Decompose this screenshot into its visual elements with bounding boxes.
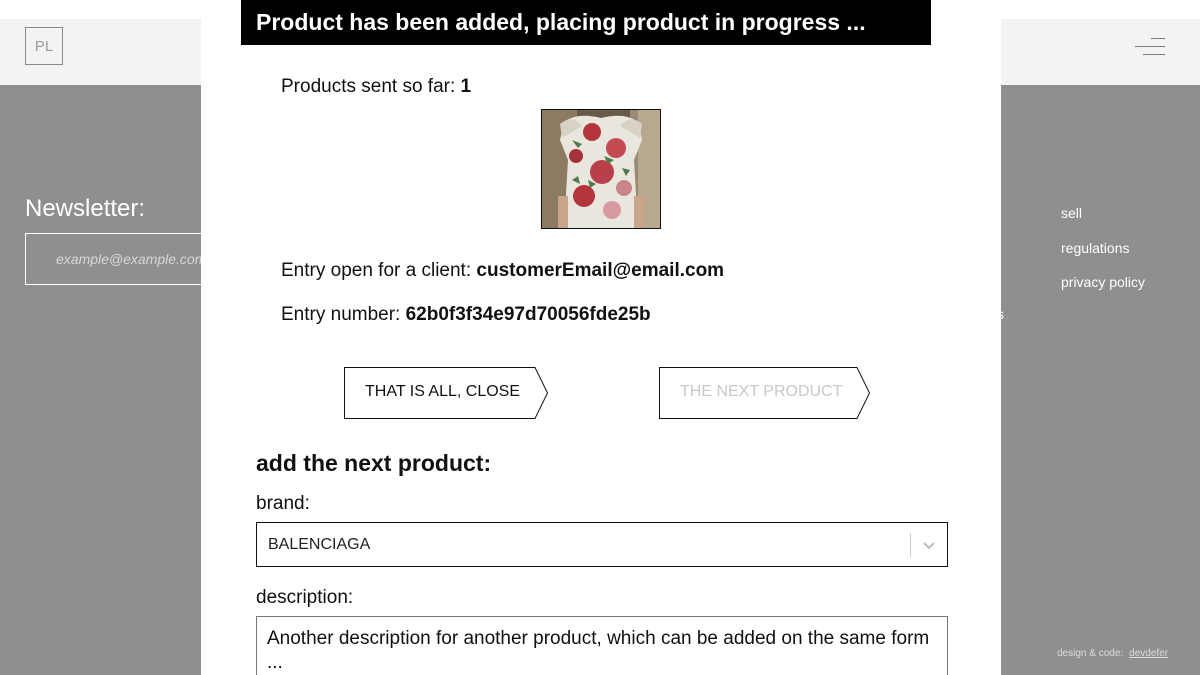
entry-number-row: Entry number: 62b0f3f34e97d70056fde25b — [281, 304, 651, 326]
product-added-modal: Product has been added, placing product … — [201, 0, 1001, 675]
products-sent-label: Products sent so far: — [281, 76, 461, 97]
menu-icon[interactable] — [1135, 38, 1165, 56]
credit-label: design & code: — [1057, 648, 1124, 659]
products-sent-count: 1 — [460, 76, 472, 97]
newsletter-title: Newsletter: — [25, 195, 146, 222]
design-credit: design & code: devdefer — [1057, 648, 1168, 659]
client-email: customerEmail@email.com — [476, 260, 725, 281]
brand-label: brand: — [256, 493, 310, 514]
footer-link-sell[interactable]: sell — [1061, 203, 1145, 238]
product-thumbnail — [541, 109, 661, 229]
footer-link-regulations[interactable]: regulations — [1061, 238, 1145, 273]
brand-select[interactable]: BALENCIAGA — [256, 522, 948, 567]
products-sent-row: Products sent so far: 1 — [281, 76, 471, 98]
next-product-button-label: THE NEXT PRODUCT — [680, 383, 843, 400]
entry-number-label: Entry number: — [281, 304, 406, 325]
chevron-down-icon[interactable] — [921, 537, 937, 553]
entry-number-value: 62b0f3f34e97d70056fde25b — [405, 304, 651, 325]
footer-links: sell regulations privacy policy — [1061, 203, 1145, 307]
modal-banner: Product has been added, placing product … — [241, 0, 931, 45]
site-logo[interactable]: PL — [25, 27, 63, 65]
client-row: Entry open for a client: customerEmail@e… — [281, 260, 724, 282]
close-button[interactable]: THAT IS ALL, CLOSE — [344, 367, 550, 419]
next-product-button[interactable]: THE NEXT PRODUCT — [659, 367, 871, 419]
description-label: description: — [256, 587, 354, 608]
client-label: Entry open for a client: — [281, 260, 477, 281]
footer-link-privacy-policy[interactable]: privacy policy — [1061, 272, 1145, 307]
description-textarea[interactable]: Another description for another product,… — [256, 616, 948, 675]
brand-select-value: BALENCIAGA — [268, 536, 371, 553]
select-separator — [910, 533, 911, 557]
close-button-label: THAT IS ALL, CLOSE — [365, 383, 521, 400]
credit-link[interactable]: devdefer — [1129, 648, 1168, 659]
next-product-heading: add the next product: — [256, 450, 492, 476]
